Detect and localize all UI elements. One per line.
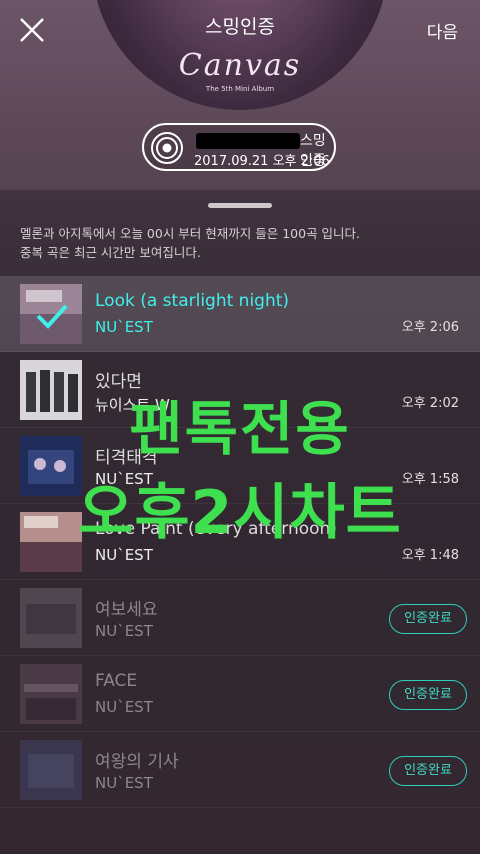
song-time: 오후 1:58 xyxy=(401,472,459,487)
song-artist: NU`EST xyxy=(95,318,153,336)
album-thumbnail xyxy=(20,360,82,420)
song-title: 티격태격 xyxy=(95,448,158,468)
album-thumbnail xyxy=(20,284,82,344)
certified-button[interactable]: 인증완료 xyxy=(389,756,467,786)
song-list: Look (a starlight night) NU`EST 오후 2:06 … xyxy=(0,276,480,808)
song-row[interactable]: Look (a starlight night) NU`EST 오후 2:06 xyxy=(0,276,480,352)
album-thumbnail xyxy=(20,664,82,724)
album-thumbnail xyxy=(20,436,82,496)
info-line-2: 중복 곡은 최근 시간만 보여집니다. xyxy=(20,245,201,260)
album-thumbnail xyxy=(20,512,82,572)
streaming-certify-badge[interactable]: 스밍인증 2017.09.21 오후 2:06 xyxy=(142,123,336,171)
song-row[interactable]: 여보세요 NU`EST 인증완료 xyxy=(0,580,480,656)
album-art-title: 스밍인증 xyxy=(205,16,275,38)
song-title: 여보세요 xyxy=(95,600,158,620)
drag-handle[interactable] xyxy=(208,203,272,208)
album-art-disc: 스밍인증 Canvas The 5th Mini Album xyxy=(92,0,388,110)
song-row[interactable]: 있다면 뉴이스트 W 오후 2:02 xyxy=(0,352,480,428)
header: 스밍인증 Canvas The 5th Mini Album 다음 스밍인증 2… xyxy=(0,0,480,190)
pill-date: 2017.09.21 오후 2:06 xyxy=(194,154,330,169)
song-time: 오후 2:02 xyxy=(401,396,459,411)
song-title: Look (a starlight night) xyxy=(95,291,290,311)
song-row[interactable]: 티격태격 NU`EST 오후 1:58 xyxy=(0,428,480,504)
certified-button[interactable]: 인증완료 xyxy=(389,680,467,710)
certified-button[interactable]: 인증완료 xyxy=(389,604,467,634)
song-list-sheet: 멜론과 아지톡에서 오늘 00시 부터 현재까지 들은 100곡 입니다. 중복… xyxy=(0,190,480,854)
vinyl-record-icon xyxy=(151,132,183,164)
song-row[interactable]: FACE NU`EST 인증완료 xyxy=(0,656,480,732)
song-time: 오후 2:06 xyxy=(401,320,459,335)
song-title: FACE xyxy=(95,671,138,691)
info-text: 멜론과 아지톡에서 오늘 00시 부터 현재까지 들은 100곡 입니다. 중복… xyxy=(20,224,360,262)
song-row[interactable]: 여왕의 기사 NU`EST 인증완료 xyxy=(0,732,480,808)
song-time: 오후 1:48 xyxy=(401,548,459,563)
album-logo: Canvas xyxy=(178,48,302,83)
song-artist: 뉴이스트 W xyxy=(95,396,170,414)
song-artist: NU`EST xyxy=(95,622,153,640)
close-icon[interactable] xyxy=(16,14,48,46)
song-artist: NU`EST xyxy=(95,698,153,716)
song-title: 있다면 xyxy=(95,372,142,392)
song-title: 여왕의 기사 xyxy=(95,752,179,772)
redacted-name xyxy=(196,133,300,149)
album-subtitle: The 5th Mini Album xyxy=(205,85,275,93)
album-thumbnail xyxy=(20,588,82,648)
album-thumbnail xyxy=(20,740,82,800)
next-button[interactable]: 다음 xyxy=(427,18,458,43)
song-artist: NU`EST xyxy=(95,470,153,488)
song-title: Love Paint (every afternoon) xyxy=(95,519,337,539)
song-row[interactable]: Love Paint (every afternoon) NU`EST 오후 1… xyxy=(0,504,480,580)
info-line-1: 멜론과 아지톡에서 오늘 00시 부터 현재까지 들은 100곡 입니다. xyxy=(20,226,361,241)
song-artist: NU`EST xyxy=(95,774,153,792)
song-artist: NU`EST xyxy=(95,546,153,564)
